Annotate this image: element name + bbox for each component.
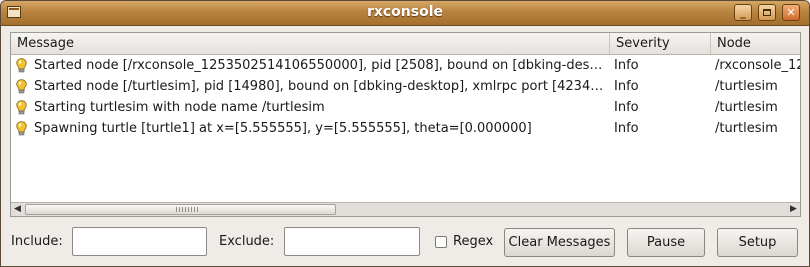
row-node: /turtlesim (715, 100, 778, 115)
minimize-icon: _ (740, 6, 746, 19)
table-row[interactable]: Starting turtlesim with node name /turtl… (11, 97, 800, 118)
exclude-input[interactable] (285, 228, 419, 255)
close-button[interactable]: ✕ (782, 4, 800, 21)
table-row[interactable]: Started node [/rxconsole_125350251410655… (11, 55, 800, 76)
scrollbar-thumb[interactable] (25, 204, 336, 215)
column-header-message[interactable]: Message (11, 33, 610, 54)
exclude-field[interactable] (284, 227, 420, 256)
scrollbar-grip (176, 207, 200, 212)
row-node: /turtlesim (715, 79, 778, 94)
pause-button[interactable]: Pause (627, 228, 705, 257)
include-label: Include: (11, 234, 63, 249)
row-node: /rxconsole_12 (715, 58, 801, 73)
column-header-severity[interactable]: Severity (610, 33, 711, 54)
row-message: Started node [/turtlesim], pid [14980], … (34, 79, 608, 94)
row-severity: Info (614, 121, 639, 136)
column-header-node[interactable]: Node (711, 33, 800, 54)
lightbulb-icon (16, 79, 27, 94)
message-table[interactable]: Message Severity Node Started node [/rxc… (10, 32, 801, 217)
table-row[interactable]: Spawning turtle [turtle1] at x=[5.555555… (11, 118, 800, 139)
title-bar[interactable]: rxconsole _ ✕ (1, 1, 809, 26)
exclude-label: Exclude: (219, 234, 275, 249)
row-message: Started node [/rxconsole_125350251410655… (34, 58, 608, 73)
include-field[interactable] (72, 227, 207, 256)
minimize-button[interactable]: _ (734, 4, 752, 21)
regex-label[interactable]: Regex (453, 234, 493, 249)
scroll-right-arrow-icon[interactable]: ▶ (787, 203, 800, 216)
maximize-icon (763, 9, 771, 16)
lightbulb-icon (16, 121, 27, 136)
row-severity: Info (614, 100, 639, 115)
rxconsole-window: rxconsole _ ✕ Message Severity Node Star… (0, 0, 810, 267)
table-row[interactable]: Started node [/turtlesim], pid [14980], … (11, 76, 800, 97)
clear-messages-button[interactable]: Clear Messages (504, 228, 615, 257)
window-title: rxconsole (366, 4, 444, 20)
lightbulb-icon (16, 58, 27, 73)
lightbulb-icon (16, 100, 27, 115)
include-input[interactable] (73, 228, 206, 255)
row-node: /turtlesim (715, 121, 778, 136)
horizontal-scrollbar[interactable]: ◀ ▶ (11, 202, 800, 216)
maximize-button[interactable] (758, 4, 776, 21)
row-severity: Info (614, 58, 639, 73)
row-message: Starting turtlesim with node name /turtl… (34, 100, 325, 115)
setup-button[interactable]: Setup (717, 228, 798, 257)
row-severity: Info (614, 79, 639, 94)
table-header: Message Severity Node (11, 33, 800, 55)
scroll-left-arrow-icon[interactable]: ◀ (11, 203, 24, 216)
regex-checkbox[interactable] (435, 236, 447, 248)
row-message: Spawning turtle [turtle1] at x=[5.555555… (34, 121, 532, 136)
close-icon: ✕ (786, 6, 796, 19)
